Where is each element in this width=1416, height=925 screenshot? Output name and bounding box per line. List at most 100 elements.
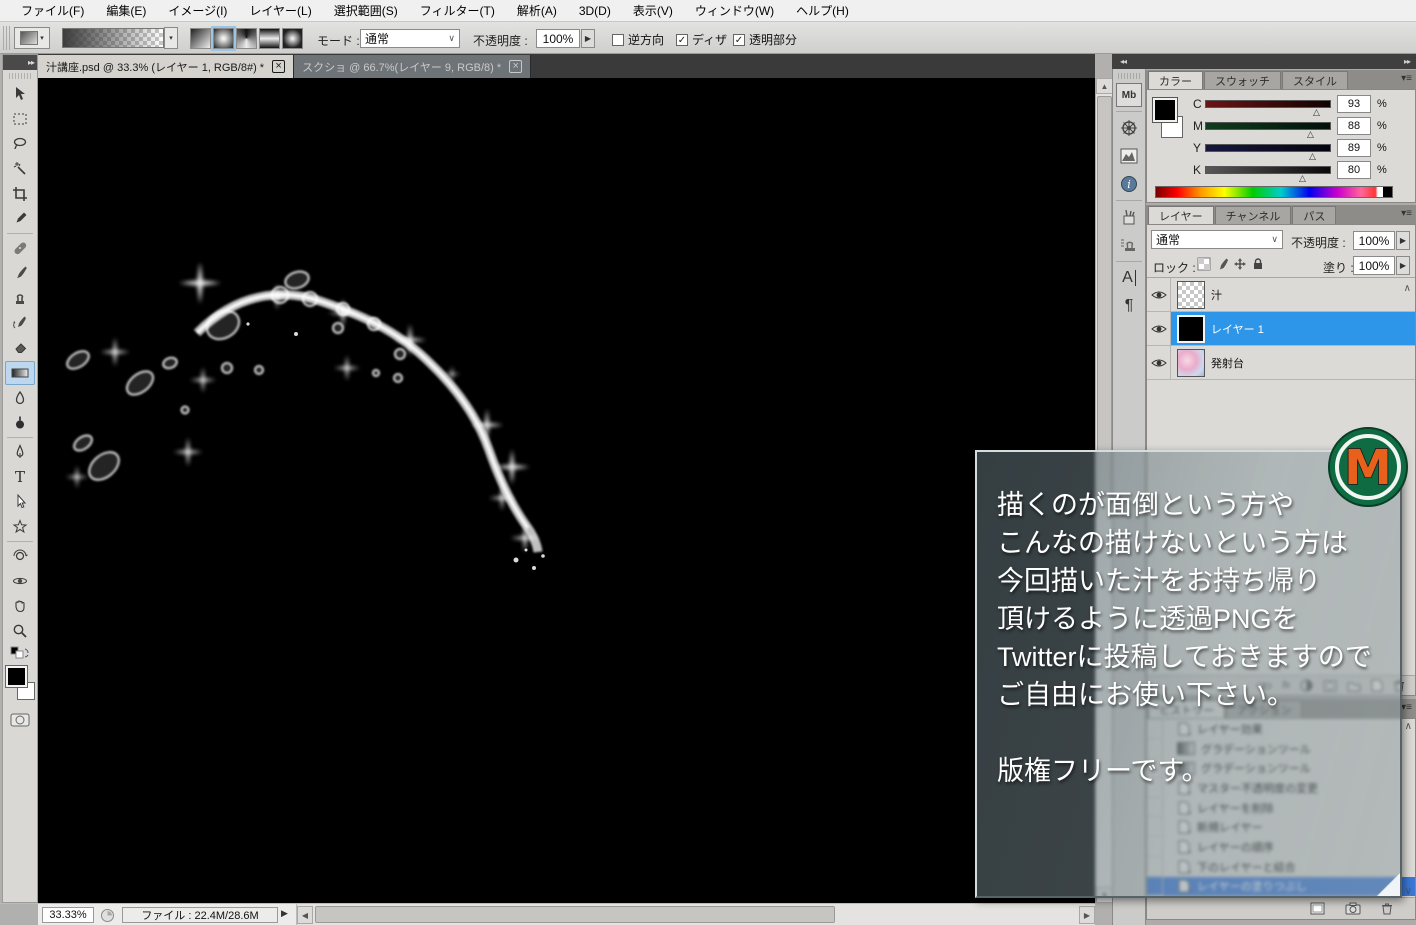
- foreground-color-swatch[interactable]: [6, 666, 27, 687]
- layer-name[interactable]: 発射台: [1211, 355, 1244, 371]
- info-icon[interactable]: i: [1116, 172, 1142, 196]
- layer-row-launchpad[interactable]: 発射台: [1147, 346, 1415, 380]
- layer-thumbnail[interactable]: [1177, 281, 1205, 309]
- layer-name[interactable]: レイヤー 1: [1211, 321, 1264, 337]
- tab-channels[interactable]: チャンネル: [1215, 206, 1292, 224]
- menu-window[interactable]: ウィンドウ(W): [684, 0, 785, 22]
- layer-opacity-input[interactable]: 100%: [1353, 231, 1395, 250]
- layer-row-layer1[interactable]: レイヤー 1: [1147, 312, 1415, 346]
- canvas[interactable]: [38, 78, 1095, 903]
- tab-styles[interactable]: スタイル: [1282, 71, 1348, 89]
- character-panel-icon[interactable]: A: [1116, 266, 1142, 290]
- layer-opacity-spinner[interactable]: ▶: [1396, 231, 1410, 250]
- vertical-scroll-thumb[interactable]: [1097, 96, 1112, 496]
- brush-tool[interactable]: [5, 261, 35, 285]
- layer-row-juice[interactable]: 汁: [1147, 278, 1415, 312]
- scroll-right-button[interactable]: ▶: [1079, 906, 1095, 924]
- visibility-toggle[interactable]: [1147, 346, 1171, 379]
- hand-tool[interactable]: [5, 594, 35, 618]
- expand-panels-icon[interactable]: ▸▸: [1404, 57, 1410, 66]
- diamond-gradient-button[interactable]: [282, 28, 303, 49]
- 3d-orbit-tool[interactable]: [5, 569, 35, 593]
- layers-scroll-up-icon[interactable]: ∧: [1404, 283, 1411, 294]
- clone-stamp-tool[interactable]: [5, 286, 35, 310]
- document-tab-inactive[interactable]: スクショ @ 66.7%(レイヤー 9, RGB/8) * ×: [294, 55, 531, 78]
- reflected-gradient-button[interactable]: [259, 28, 280, 49]
- menu-view[interactable]: 表示(V): [622, 0, 684, 22]
- paragraph-panel-icon[interactable]: ¶: [1116, 294, 1142, 318]
- rect-marquee-tool[interactable]: [5, 107, 35, 131]
- layer-fill-input[interactable]: 100%: [1353, 256, 1395, 275]
- gradient-tool[interactable]: [5, 361, 35, 385]
- strip-grip[interactable]: [1118, 73, 1140, 79]
- color-spectrum-ramp[interactable]: [1155, 186, 1393, 198]
- eyedropper-tool[interactable]: [5, 207, 35, 231]
- menu-filter[interactable]: フィルター(T): [409, 0, 506, 22]
- type-tool[interactable]: T: [5, 465, 35, 489]
- panel-menu-icon[interactable]: ▾≡: [1401, 208, 1412, 219]
- gradient-preview-dropdown[interactable]: ▾: [164, 27, 178, 49]
- lock-position-icon[interactable]: [1233, 257, 1247, 271]
- gradient-preview-well[interactable]: [62, 28, 164, 48]
- layer-fill-spinner[interactable]: ▶: [1396, 256, 1410, 275]
- opacity-input[interactable]: 100%: [536, 29, 580, 48]
- close-icon[interactable]: ×: [272, 60, 285, 73]
- eraser-tool[interactable]: [5, 336, 35, 360]
- tab-paths[interactable]: パス: [1292, 206, 1336, 224]
- document-tab-active[interactable]: 汁講座.psd @ 33.3% (レイヤー 1, RGB/8#) * ×: [38, 55, 294, 78]
- history-scroll-up-icon[interactable]: ∧: [1405, 721, 1412, 732]
- menu-file[interactable]: ファイル(F): [10, 0, 95, 22]
- lasso-tool[interactable]: [5, 132, 35, 156]
- history-brush-tool[interactable]: [5, 311, 35, 335]
- slider-marker-icon[interactable]: △: [1299, 173, 1306, 184]
- pen-tool[interactable]: [5, 440, 35, 464]
- menu-select[interactable]: 選択範囲(S): [323, 0, 409, 22]
- close-icon[interactable]: ×: [509, 60, 522, 73]
- tool-palette-grip[interactable]: [9, 73, 31, 79]
- 3d-rotate-tool[interactable]: [5, 544, 35, 568]
- black-slider[interactable]: [1205, 166, 1331, 174]
- smudge-tool[interactable]: [5, 386, 35, 410]
- dither-checkbox[interactable]: ✓ ディザ: [676, 31, 727, 48]
- horizontal-scroll-thumb[interactable]: [315, 906, 835, 923]
- crop-tool[interactable]: [5, 182, 35, 206]
- blend-mode-select[interactable]: 通常 ∨: [360, 29, 460, 48]
- lock-transparency-icon[interactable]: [1197, 257, 1211, 271]
- yellow-value-input[interactable]: 89: [1337, 139, 1371, 157]
- trash-icon[interactable]: [1381, 902, 1393, 915]
- layer-blend-mode-select[interactable]: 通常 ∨: [1151, 230, 1283, 249]
- zoom-level-input[interactable]: 33.33%: [42, 907, 94, 923]
- linear-gradient-button[interactable]: [190, 28, 211, 49]
- menu-image[interactable]: イメージ(I): [157, 0, 238, 22]
- quick-mask-button[interactable]: [5, 708, 35, 732]
- swap-colors-control[interactable]: [5, 644, 35, 662]
- tab-color[interactable]: カラー: [1148, 71, 1203, 89]
- canvas-horizontal-scrollbar[interactable]: ◀ ▶: [296, 904, 1095, 925]
- move-tool[interactable]: [5, 82, 35, 106]
- transparency-checkbox[interactable]: ✓ 透明部分: [733, 31, 797, 48]
- custom-shape-tool[interactable]: [5, 515, 35, 539]
- spot-healing-tool[interactable]: [5, 236, 35, 260]
- zoom-tool[interactable]: [5, 619, 35, 643]
- menu-3d[interactable]: 3D(D): [568, 0, 622, 22]
- opacity-spinner[interactable]: ▶: [581, 29, 595, 48]
- radial-gradient-button[interactable]: [213, 28, 234, 49]
- menu-layer[interactable]: レイヤー(L): [238, 0, 322, 22]
- histogram-icon[interactable]: [1116, 144, 1142, 168]
- lock-pixels-icon[interactable]: [1215, 257, 1229, 271]
- spectrum-black-end[interactable]: [1383, 187, 1392, 197]
- menu-analysis[interactable]: 解析(A): [506, 0, 568, 22]
- cyan-value-input[interactable]: 93: [1337, 95, 1371, 113]
- status-options-arrow[interactable]: ▶: [281, 908, 288, 919]
- tab-layers[interactable]: レイヤー: [1148, 206, 1214, 224]
- magenta-value-input[interactable]: 88: [1337, 117, 1371, 135]
- black-value-input[interactable]: 80: [1337, 161, 1371, 179]
- magic-wand-tool[interactable]: [5, 157, 35, 181]
- gradient-tool-preset-button[interactable]: ▾: [14, 27, 50, 49]
- lock-all-icon[interactable]: [1251, 257, 1265, 271]
- tab-swatches[interactable]: スウォッチ: [1204, 71, 1281, 89]
- visibility-toggle[interactable]: [1147, 278, 1171, 311]
- history-scroll-down-icon[interactable]: ∨: [1405, 886, 1412, 897]
- collapse-panels-icon[interactable]: ◂◂: [1120, 57, 1126, 66]
- tool-presets-icon[interactable]: [1116, 205, 1142, 229]
